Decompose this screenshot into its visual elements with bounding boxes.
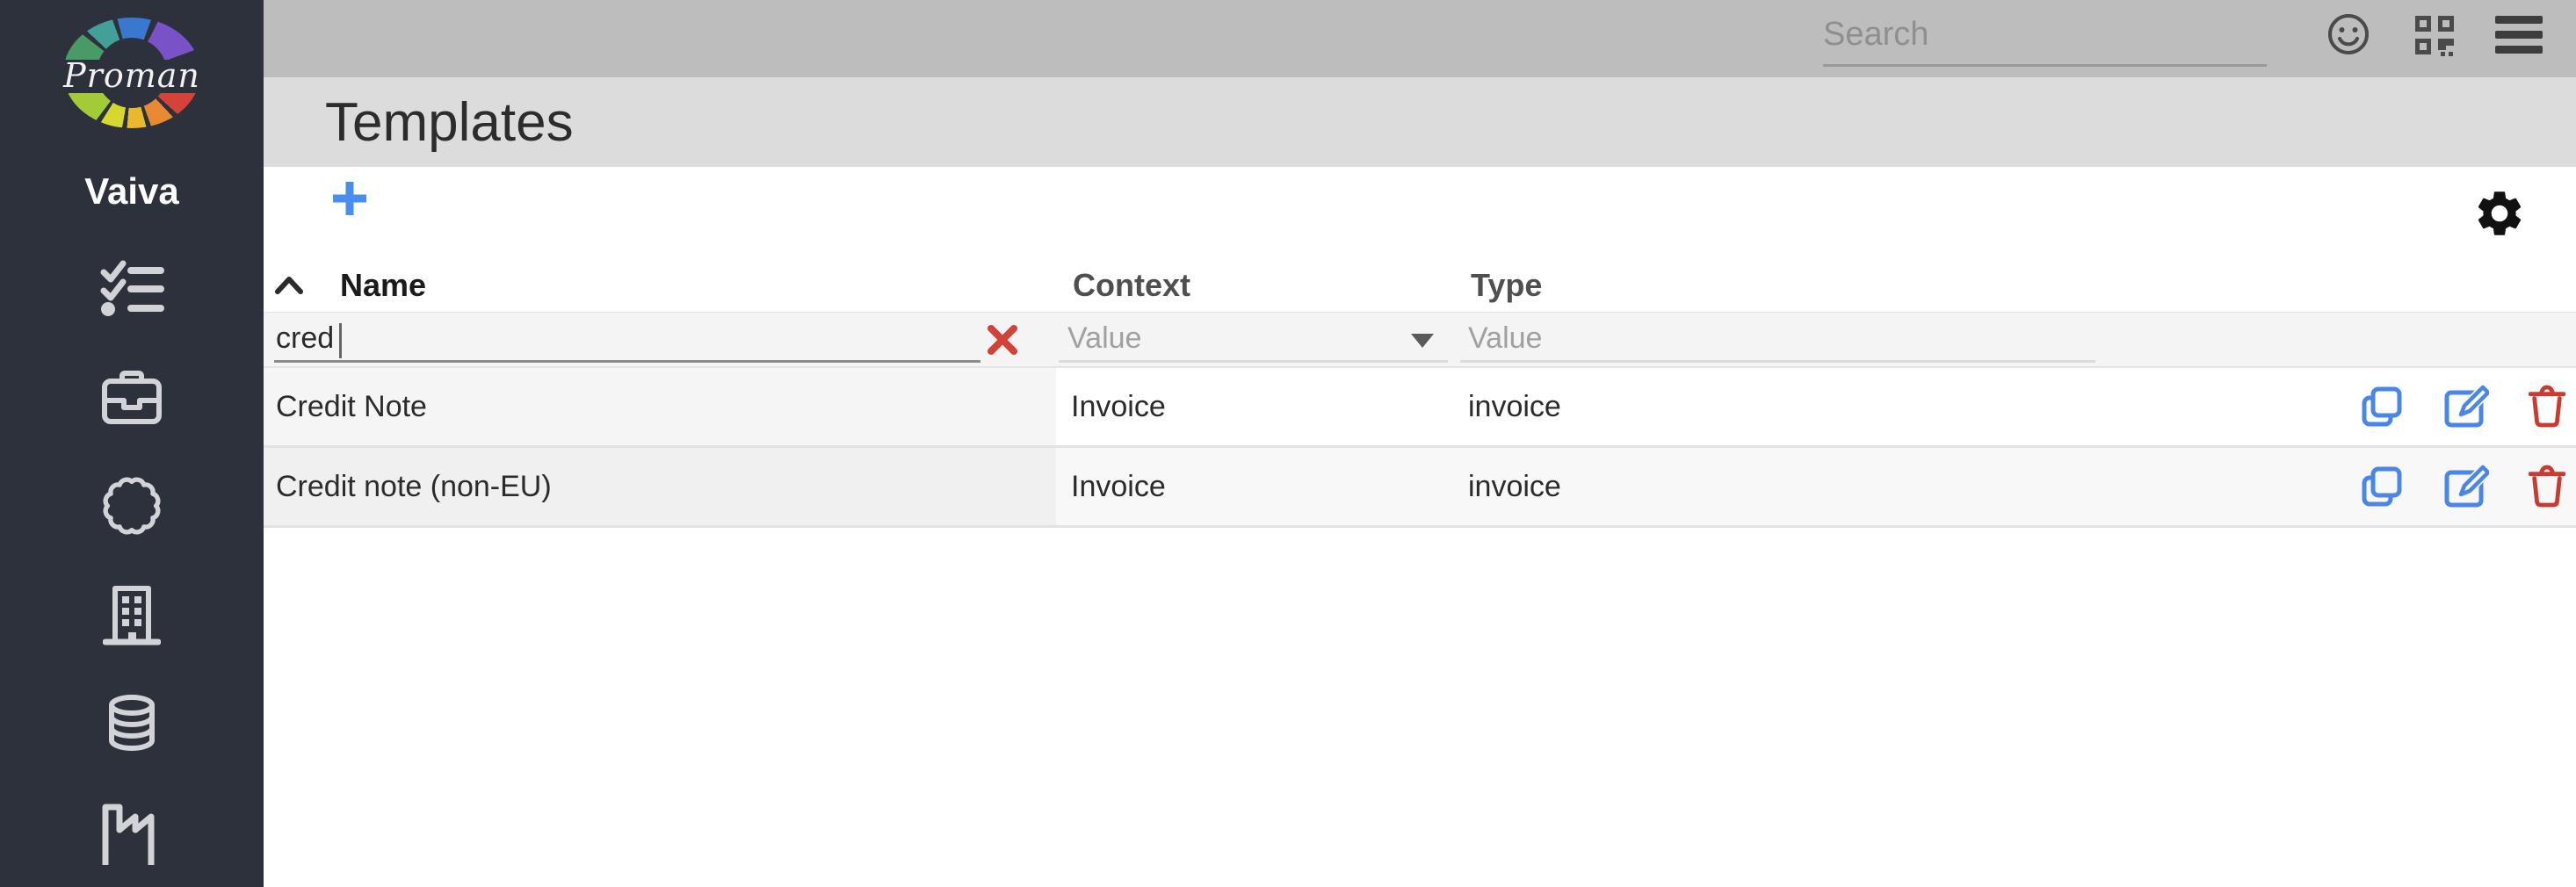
context-filter-select[interactable] [1059,317,1448,363]
menu-icon[interactable] [2495,16,2543,54]
building-icon [103,586,161,645]
cell-context: Invoice [1071,469,1166,503]
pagebar: Templates [264,77,2576,167]
sidebar-item-factory[interactable] [0,778,264,887]
workspace-name: Vaiva [84,170,179,212]
cell-name: Credit note (non-EU) [264,448,1056,525]
templates-table: Name Context Type cred Value Value Credi… [264,259,2576,528]
seal-icon [103,477,161,535]
sidebar-nav [0,234,264,887]
gear-icon [2478,191,2522,235]
briefcase-icon [102,371,162,424]
sidebar-item-seal[interactable] [0,451,264,560]
column-label: Name [340,267,427,303]
toolbar [264,167,2576,259]
logo-text: Proman [63,56,200,95]
sidebar-item-database[interactable] [0,669,264,778]
filter-cell-name [264,313,1056,366]
qr-code-icon[interactable] [2413,14,2456,61]
filter-cell-context [1056,313,1454,366]
main-area: Templates [264,0,2576,887]
column-header-type[interactable]: Type [1454,267,2100,304]
menu-bar [2495,31,2543,39]
sidebar-item-building[interactable] [0,560,264,669]
edit-button[interactable] [2443,465,2489,508]
sidebar: Proman Vaiva [0,0,264,887]
table-row[interactable]: Credit Note Invoice invoice [264,368,2576,448]
cell-actions [2100,368,2576,445]
database-icon [109,695,155,751]
type-filter-input[interactable] [1460,317,2095,363]
edit-icon [2444,465,2489,508]
trash-icon [2529,465,2565,508]
delete-button[interactable] [2529,465,2565,508]
cell-type: invoice [1468,389,1561,423]
topbar [264,0,2576,77]
smiley-icon[interactable] [2326,12,2370,61]
sidebar-item-checklist[interactable] [0,234,264,343]
checklist-icon [100,260,164,316]
cell-type: invoice [1468,469,1561,503]
filter-cell-actions [2100,313,2576,366]
filter-row [264,312,2576,368]
column-header-context[interactable]: Context [1056,267,1454,304]
copy-button[interactable] [2360,385,2404,429]
table-header-row: Name Context Type [264,259,2576,312]
copy-icon [2362,466,2402,507]
filter-cell-type [1454,313,2100,366]
proman-logo[interactable]: Proman [54,18,209,128]
menu-bar [2495,16,2543,24]
name-filter-input[interactable] [274,317,980,363]
clear-filter-button[interactable] [986,323,1019,361]
edit-button[interactable] [2443,385,2489,429]
table-row[interactable]: Credit note (non-EU) Invoice invoice [264,448,2576,528]
delete-button[interactable] [2529,385,2565,429]
search-input[interactable] [1823,5,2267,67]
factory-icon [102,804,155,865]
app-root: Proman Vaiva Search Templates Name Conte… [0,0,2576,887]
menu-bar [2495,46,2543,54]
add-template-button[interactable] [330,179,369,222]
edit-icon [2444,385,2489,428]
column-label: Type [1471,267,1543,303]
column-header-name[interactable]: Name [264,267,1056,304]
sidebar-item-briefcase[interactable] [0,343,264,451]
plus-icon [333,182,366,215]
cell-context: Invoice [1071,389,1166,423]
text-caret [339,323,342,358]
page-title: Templates [325,91,574,153]
clear-x-icon [988,325,1017,355]
copy-button[interactable] [2360,465,2404,508]
chevron-down-icon[interactable] [1411,334,1434,348]
cell-actions [2100,448,2576,525]
cell-name: Credit Note [264,368,1056,445]
sort-ascending-icon [275,277,303,294]
trash-icon [2529,385,2565,428]
copy-icon [2362,386,2402,427]
column-label: Context [1073,267,1190,303]
settings-button[interactable] [2472,186,2527,245]
